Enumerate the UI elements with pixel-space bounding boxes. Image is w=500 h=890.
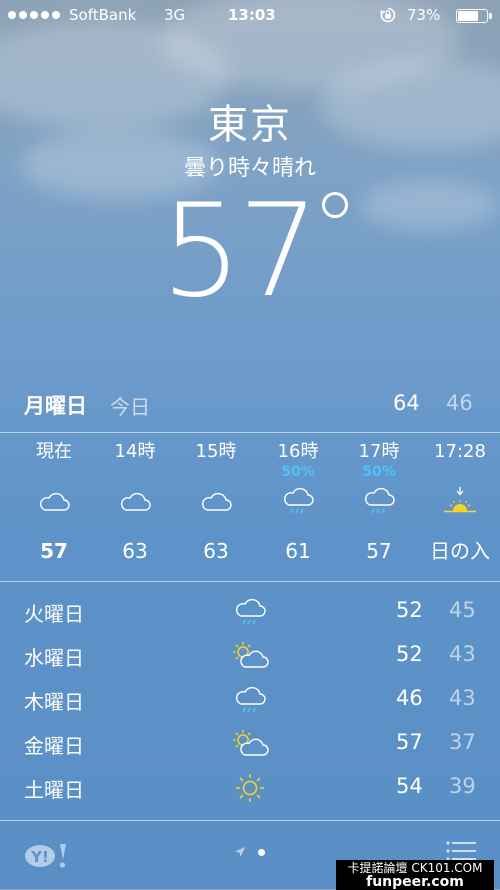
network-type: 3G xyxy=(164,6,186,24)
hourly-item-4: 17時 50% 57 xyxy=(339,440,419,564)
yahoo-logo-icon[interactable]: Y! xyxy=(24,842,72,870)
daily-day-name: 金曜日 xyxy=(24,734,84,758)
divider xyxy=(0,820,500,821)
hourly-precip: 50% xyxy=(362,464,396,480)
hourly-temp: 63 xyxy=(122,539,148,563)
hourly-time: 17:28 xyxy=(434,441,486,462)
location-arrow-icon xyxy=(235,847,245,857)
cloud-icon xyxy=(14,480,94,524)
hourly-temp: 日の入 xyxy=(430,539,490,563)
cloud-rain-icon xyxy=(258,480,338,524)
cloud-rain-icon xyxy=(339,480,419,524)
battery-percentage: 73% xyxy=(407,6,441,24)
daily-row-3: 金曜日 57 37 xyxy=(0,724,500,764)
hourly-precip xyxy=(95,464,175,480)
hourly-precip xyxy=(420,464,500,480)
daily-high: 46 xyxy=(396,686,423,710)
signal-dots-icon xyxy=(8,11,60,19)
daily-day-name: 木曜日 xyxy=(24,690,84,714)
cloud-rain-icon xyxy=(228,592,272,632)
hourly-temp: 57 xyxy=(40,539,68,563)
hourly-temp: 57 xyxy=(366,539,392,563)
watermark-line-1: 卡提諾論壇 CK101.COM xyxy=(347,861,483,875)
sun-icon xyxy=(228,768,272,808)
sunset-icon xyxy=(420,480,500,524)
watermark: 卡提諾論壇 CK101.COM funpeer.com xyxy=(336,860,494,890)
hourly-time: 15時 xyxy=(195,441,237,462)
degree-symbol xyxy=(322,192,348,218)
orientation-lock-icon xyxy=(380,7,396,23)
daily-row-0: 火曜日 52 45 xyxy=(0,592,500,632)
today-low: 46 xyxy=(446,391,473,415)
divider xyxy=(0,432,500,433)
daily-row-1: 水曜日 52 43 xyxy=(0,636,500,676)
daily-low: 43 xyxy=(449,642,476,666)
hourly-time: 現在 xyxy=(36,441,72,462)
hourly-time: 14時 xyxy=(114,441,156,462)
hourly-item-0: 現在 57 xyxy=(14,440,94,564)
page-dot-icon xyxy=(258,848,265,856)
cloud-rain-icon xyxy=(228,680,272,720)
hourly-forecast[interactable]: 現在 57 14時 63 15時 63 16時 50% 61 17時 50% 5… xyxy=(0,440,500,580)
partly-sunny-icon xyxy=(228,636,272,676)
cloud-icon xyxy=(176,480,256,524)
list-icon[interactable] xyxy=(446,840,476,862)
daily-high: 52 xyxy=(396,642,423,666)
yahoo-logo-text: Y! xyxy=(30,848,49,866)
page-indicator[interactable] xyxy=(234,846,265,858)
hourly-time: 16時 xyxy=(277,441,319,462)
daily-low: 37 xyxy=(449,730,476,754)
watermark-line-2: funpeer.com xyxy=(336,875,494,889)
today-day-name: 月曜日 xyxy=(24,394,87,418)
hourly-time: 17時 xyxy=(358,441,400,462)
daily-high: 52 xyxy=(396,598,423,622)
daily-low: 39 xyxy=(449,774,476,798)
hourly-precip xyxy=(14,464,94,480)
hourly-item-3: 16時 50% 61 xyxy=(258,440,338,564)
current-temperature-value: 57 xyxy=(160,177,320,326)
daily-day-name: 火曜日 xyxy=(24,602,84,626)
today-high: 64 xyxy=(393,391,420,415)
partly-sunny-icon xyxy=(228,724,272,764)
hourly-item-5: 17:28 日の入 xyxy=(420,440,500,564)
daily-low: 45 xyxy=(449,598,476,622)
daily-row-2: 木曜日 46 43 xyxy=(0,680,500,720)
daily-day-name: 土曜日 xyxy=(24,778,84,802)
daily-low: 43 xyxy=(449,686,476,710)
daily-day-name: 水曜日 xyxy=(24,646,84,670)
clock: 13:03 xyxy=(228,6,276,24)
hourly-item-2: 15時 63 xyxy=(176,440,256,564)
daily-row-4: 土曜日 54 39 xyxy=(0,768,500,808)
hourly-precip: 50% xyxy=(281,464,315,480)
city-name: 東京 xyxy=(208,102,292,148)
cloud-icon xyxy=(95,480,175,524)
hourly-precip xyxy=(176,464,256,480)
carrier-name: SoftBank xyxy=(69,6,137,24)
battery-icon xyxy=(456,9,492,23)
hourly-item-1: 14時 63 xyxy=(95,440,175,564)
daily-high: 54 xyxy=(396,774,423,798)
status-bar: SoftBank 3G 13:03 73% xyxy=(0,0,500,34)
daily-high: 57 xyxy=(396,730,423,754)
hourly-temp: 63 xyxy=(203,539,229,563)
today-summary-row: 月曜日 今日 64 46 xyxy=(0,390,500,422)
today-label: 今日 xyxy=(110,395,150,419)
current-temperature: 57 xyxy=(0,182,500,322)
hourly-temp: 61 xyxy=(285,539,311,563)
divider xyxy=(0,581,500,582)
